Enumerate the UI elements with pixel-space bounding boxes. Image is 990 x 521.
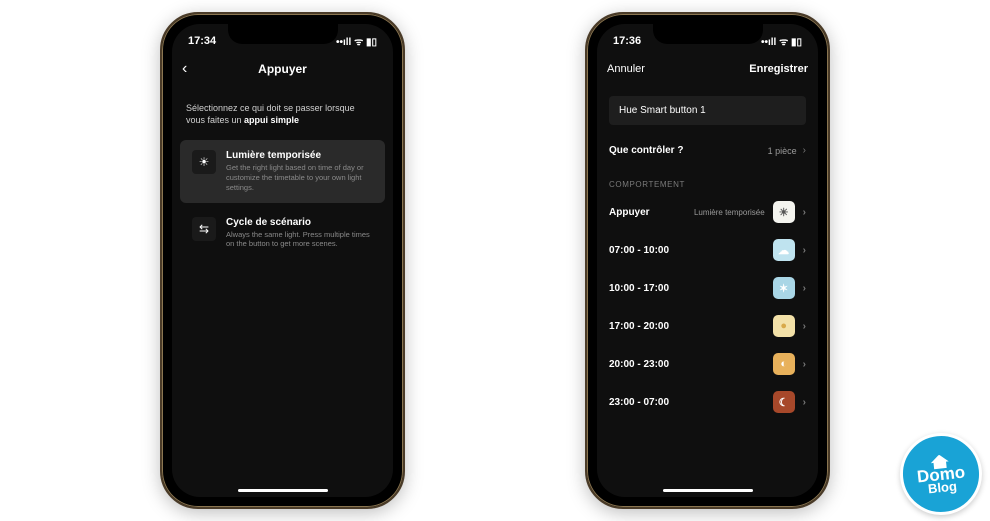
- scene-icon: ☁: [773, 239, 795, 261]
- domoblog-watermark: Domo Blog: [896, 429, 986, 519]
- nav-header: Annuler Enregistrer: [597, 52, 818, 86]
- time-slot-row[interactable]: 20:00 - 23:00 ◐ ›: [597, 345, 818, 383]
- status-indicators: ••ıll ᯤ ▮▯: [336, 34, 377, 48]
- time-slot-row[interactable]: 23:00 - 07:00 ☾ ›: [597, 383, 818, 421]
- chevron-right-icon: ›: [803, 359, 806, 370]
- press-value: Lumière temporisée: [694, 208, 765, 217]
- notch: [653, 24, 763, 44]
- press-behavior-row[interactable]: Appuyer Lumière temporisée ☀ ›: [597, 193, 818, 231]
- intro-text: Sélectionnez ce qui doit se passer lorsq…: [172, 86, 393, 136]
- sun-timed-icon: ☀: [192, 150, 216, 174]
- scene-icon: ☾: [773, 391, 795, 413]
- section-header-behavior: COMPORTEMENT: [597, 166, 818, 193]
- scene-icon: ◐: [773, 353, 795, 375]
- device-name-field[interactable]: Hue Smart button 1: [609, 96, 806, 125]
- phone-left: 17:34 ••ıll ᯤ ▮▯ ‹ Appuyer Sélectionnez …: [160, 12, 405, 509]
- time-slot-label: 07:00 - 10:00: [609, 245, 669, 256]
- time-slot-row[interactable]: 07:00 - 10:00 ☁ ›: [597, 231, 818, 269]
- home-indicator[interactable]: [663, 489, 753, 492]
- status-time: 17:36: [613, 35, 641, 47]
- screen-left: 17:34 ••ıll ᯤ ▮▯ ‹ Appuyer Sélectionnez …: [172, 24, 393, 497]
- scene-icon: ●: [773, 315, 795, 337]
- save-button[interactable]: Enregistrer: [749, 63, 808, 75]
- press-label: Appuyer: [609, 207, 650, 218]
- notch: [228, 24, 338, 44]
- page-title: Appuyer: [258, 62, 307, 76]
- chevron-right-icon: ›: [803, 207, 806, 218]
- chevron-right-icon: ›: [803, 397, 806, 408]
- control-value: 1 pièce: [768, 146, 797, 156]
- scene-icon: ✶: [773, 277, 795, 299]
- chevron-right-icon: ›: [803, 283, 806, 294]
- time-slot-label: 20:00 - 23:00: [609, 359, 669, 370]
- back-chevron-icon[interactable]: ‹: [182, 60, 187, 78]
- option-title: Lumière temporisée: [226, 150, 373, 161]
- option-desc: Get the right light based on time of day…: [226, 163, 373, 192]
- cycle-icon: ⇆: [192, 217, 216, 241]
- sun-timed-icon: ☀: [773, 201, 795, 223]
- home-indicator[interactable]: [238, 489, 328, 492]
- nav-header: ‹ Appuyer: [172, 52, 393, 86]
- time-slot-label: 10:00 - 17:00: [609, 283, 669, 294]
- control-row[interactable]: Que contrôler ? 1 pièce ›: [597, 135, 818, 166]
- device-name-value: Hue Smart button 1: [619, 105, 706, 116]
- option-text: Cycle de scénario Always the same light. …: [226, 217, 373, 250]
- intro-line1: Sélectionnez ce qui doit se passer lorsq…: [186, 103, 355, 113]
- option-text: Lumière temporisée Get the right light ba…: [226, 150, 373, 192]
- time-slot-label: 23:00 - 07:00: [609, 397, 669, 408]
- control-label: Que contrôler ?: [609, 145, 683, 156]
- option-title: Cycle de scénario: [226, 217, 373, 228]
- time-slot-row[interactable]: 17:00 - 20:00 ● ›: [597, 307, 818, 345]
- status-indicators: ••ıll ᯤ ▮▯: [761, 34, 802, 48]
- option-desc: Always the same light. Press multiple ti…: [226, 230, 373, 250]
- intro-line2-bold: appui simple: [244, 115, 299, 125]
- watermark-text-2: Blog: [927, 480, 957, 495]
- chevron-right-icon: ›: [803, 245, 806, 256]
- chevron-right-icon: ›: [803, 145, 806, 156]
- intro-line2-prefix: vous faites un: [186, 115, 244, 125]
- behavior-option[interactable]: ☀ Lumière temporisée Get the right light b…: [180, 140, 385, 202]
- cancel-button[interactable]: Annuler: [607, 63, 645, 75]
- status-time: 17:34: [188, 35, 216, 47]
- screen-right: 17:36 ••ıll ᯤ ▮▯ Annuler Enregistrer Hue…: [597, 24, 818, 497]
- time-slot-label: 17:00 - 20:00: [609, 321, 669, 332]
- time-slot-row[interactable]: 10:00 - 17:00 ✶ ›: [597, 269, 818, 307]
- phone-right: 17:36 ••ıll ᯤ ▮▯ Annuler Enregistrer Hue…: [585, 12, 830, 509]
- chevron-right-icon: ›: [803, 321, 806, 332]
- behavior-option[interactable]: ⇆ Cycle de scénario Always the same light.…: [180, 207, 385, 260]
